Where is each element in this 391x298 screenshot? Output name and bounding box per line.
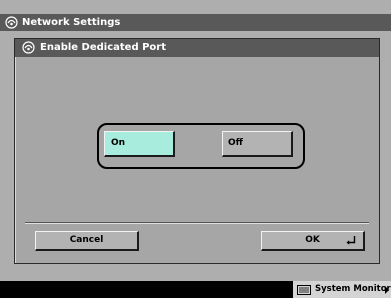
on-button[interactable]: On [104, 131, 175, 157]
off-button[interactable]: Off [222, 131, 293, 157]
divider [25, 222, 369, 224]
on-off-toggle-group: On Off [97, 123, 305, 169]
system-monitor-label: System Monitor [315, 284, 391, 294]
cancel-button[interactable]: Cancel [35, 231, 139, 251]
system-monitor-icon [297, 285, 311, 295]
ok-button[interactable]: OK [261, 231, 365, 251]
system-monitor-button[interactable]: System Monitor [293, 281, 391, 298]
dialog-title-bar: Enable Dedicated Port [15, 39, 379, 57]
network-settings-icon [22, 41, 35, 54]
on-button-label: On [111, 138, 126, 148]
window-title: Network Settings [22, 17, 121, 28]
network-settings-icon [5, 16, 18, 29]
ok-button-label: OK [305, 235, 320, 245]
cancel-button-label: Cancel [69, 235, 104, 245]
enable-dedicated-port-dialog: Enable Dedicated Port On Off Cancel OK [14, 38, 380, 264]
chevron-right-icon [385, 286, 389, 294]
dialog-title: Enable Dedicated Port [40, 42, 167, 53]
enter-icon [346, 236, 356, 245]
window-title-bar: Network Settings [0, 14, 391, 31]
off-button-label: Off [228, 138, 243, 148]
